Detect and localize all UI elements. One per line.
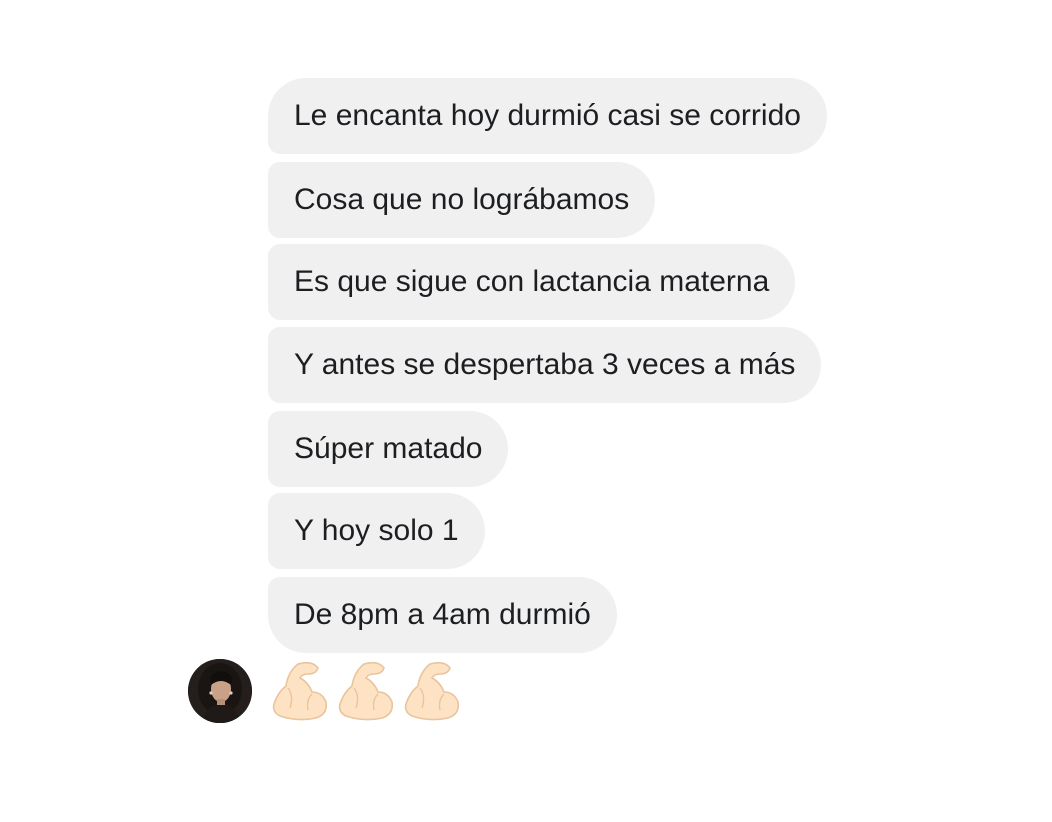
message-bubble[interactable]: Es que sigue con lactancia materna	[268, 244, 796, 320]
profile-photo-icon	[188, 659, 252, 723]
emoji-message[interactable]	[268, 656, 462, 726]
sender-avatar[interactable]	[188, 659, 252, 723]
message-bubble[interactable]: Cosa que no lográbamos	[268, 162, 656, 238]
message-text: De 8pm a 4am durmió	[294, 598, 591, 631]
message-text: Súper matado	[294, 432, 483, 465]
message-bubble[interactable]: Y antes se despertaba 3 veces a más	[268, 327, 822, 403]
message-text: Le encanta hoy durmió casi se corrido	[294, 99, 801, 132]
message-bubble[interactable]: Y hoy solo 1	[268, 493, 485, 569]
flexed-biceps-icon	[404, 661, 460, 721]
message-thread: Le encanta hoy durmió casi se corrido Co…	[0, 0, 1052, 822]
message-text: Y antes se despertaba 3 veces a más	[294, 348, 796, 381]
flexed-biceps-icon	[338, 661, 394, 721]
message-text: Es que sigue con lactancia materna	[294, 265, 770, 298]
message-bubble[interactable]: Le encanta hoy durmió casi se corrido	[268, 78, 827, 154]
message-bubble[interactable]: Súper matado	[268, 411, 509, 487]
message-text: Cosa que no lográbamos	[294, 183, 630, 216]
message-text: Y hoy solo 1	[294, 514, 459, 547]
message-bubble[interactable]: De 8pm a 4am durmió	[268, 577, 617, 653]
flexed-biceps-icon	[272, 661, 328, 721]
